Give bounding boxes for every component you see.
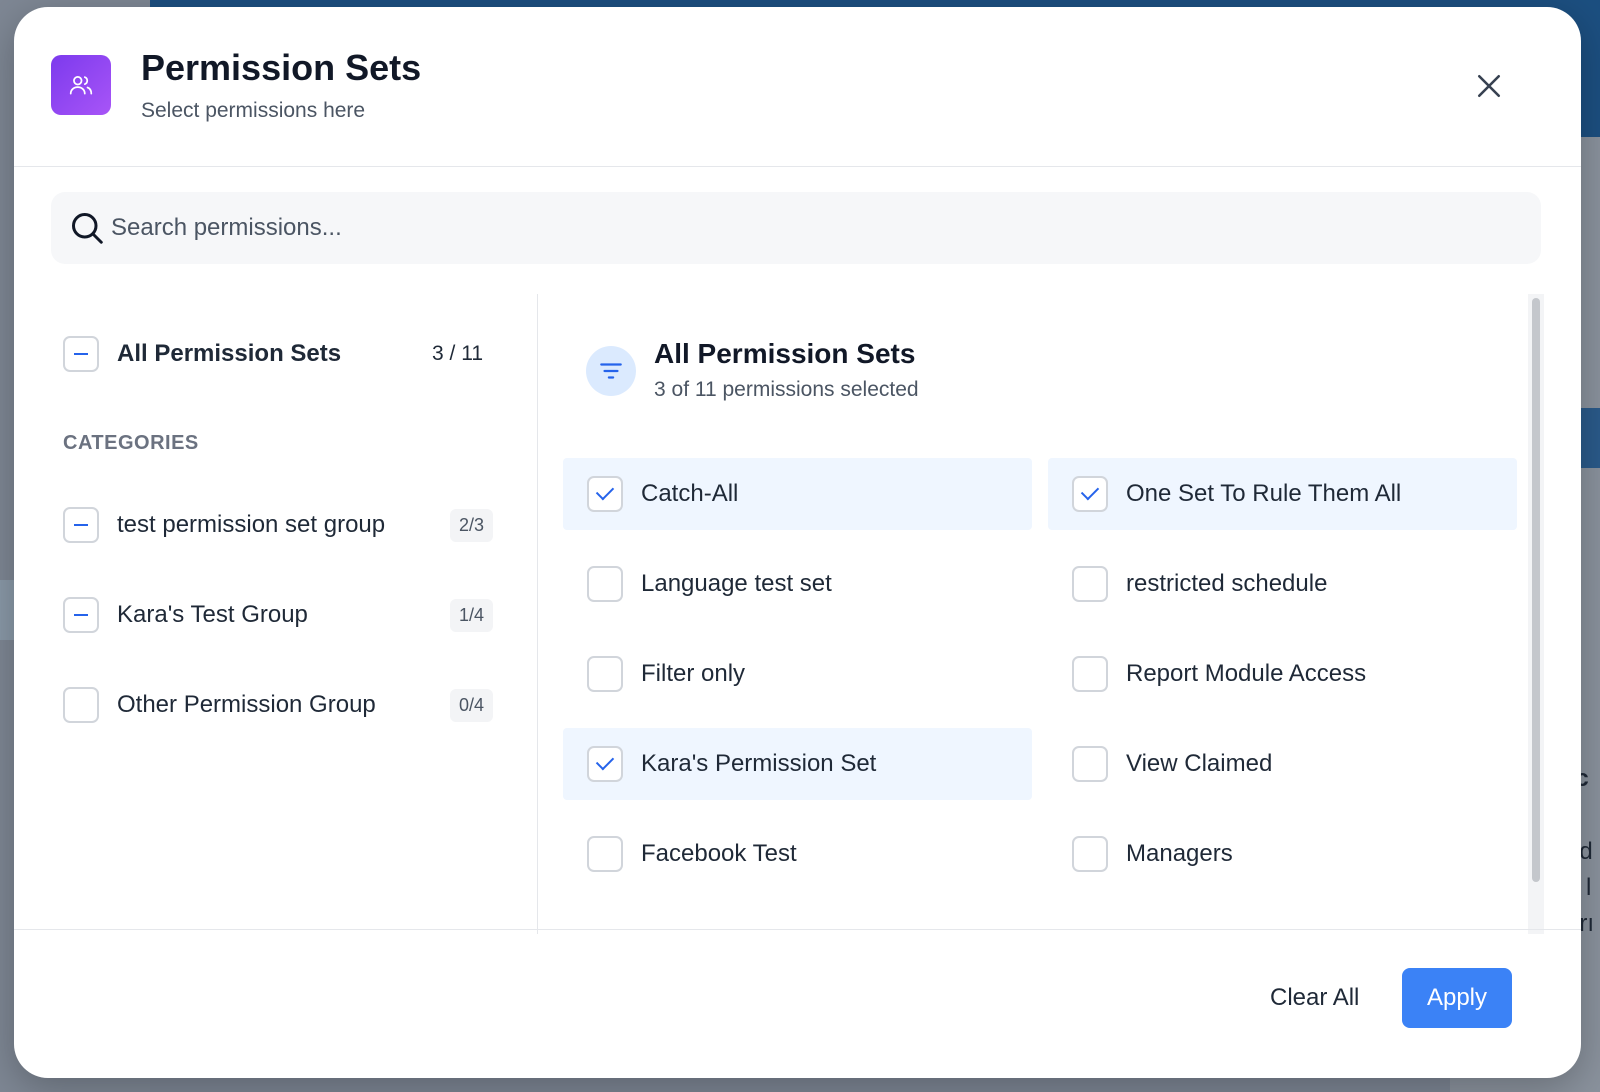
permission-label: restricted schedule	[1126, 570, 1328, 597]
permission-checkbox[interactable]	[1072, 836, 1108, 872]
permissions-panel: All Permission Sets 3 of 11 permissions …	[538, 294, 1538, 934]
check-icon	[1080, 481, 1100, 501]
scrollbar[interactable]	[1528, 294, 1544, 934]
category-sidebar: All Permission Sets 3 / 11 CATEGORIES te…	[14, 294, 538, 934]
all-permission-sets-count: 3 / 11	[432, 342, 483, 365]
category-count-badge: 2/3	[449, 508, 493, 542]
all-permission-sets-checkbox[interactable]	[63, 336, 99, 372]
dialog-title: Permission Sets	[141, 47, 422, 88]
permission-item[interactable]: Facebook Test	[563, 818, 1032, 890]
minus-icon	[74, 353, 88, 355]
permission-checkbox[interactable]	[587, 656, 623, 692]
category-checkbox[interactable]	[63, 597, 99, 633]
permission-label: One Set To Rule Them All	[1126, 480, 1402, 507]
search-input[interactable]	[111, 204, 1511, 252]
permission-item[interactable]: Managers	[1048, 818, 1517, 890]
category-row[interactable]: test permission set group 2/3	[63, 505, 493, 545]
clear-all-button[interactable]: Clear All	[1252, 968, 1377, 1028]
panel-title: All Permission Sets	[654, 338, 916, 369]
permission-label: Catch-All	[641, 480, 739, 507]
check-icon	[595, 481, 615, 501]
filter-icon	[586, 346, 636, 396]
background-band	[0, 580, 14, 640]
permission-item[interactable]: Kara's Permission Set	[563, 728, 1032, 800]
permission-checkbox[interactable]	[1072, 566, 1108, 602]
all-permission-sets-label: All Permission Sets	[117, 340, 342, 367]
category-label: test permission set group	[117, 511, 386, 538]
minus-icon	[74, 524, 88, 526]
category-count-badge: 0/4	[449, 688, 493, 722]
permission-label: Managers	[1126, 840, 1233, 867]
panel-subtitle: 3 of 11 permissions selected	[654, 378, 919, 401]
permission-checkbox[interactable]	[587, 836, 623, 872]
permission-label: Facebook Test	[641, 840, 797, 867]
category-checkbox[interactable]	[63, 507, 99, 543]
permission-checkbox[interactable]	[587, 566, 623, 602]
category-row[interactable]: Kara's Test Group 1/4	[63, 595, 493, 635]
permission-label: View Claimed	[1126, 750, 1273, 777]
category-count-badge: 1/4	[449, 598, 493, 632]
permission-label: Kara's Permission Set	[641, 750, 877, 777]
check-icon	[595, 751, 615, 771]
category-label: Kara's Test Group	[117, 601, 308, 628]
close-icon	[1477, 74, 1501, 98]
permission-sets-dialog: Permission Sets Select permissions here …	[14, 7, 1581, 1078]
category-checkbox[interactable]	[63, 687, 99, 723]
permission-checkbox[interactable]	[1072, 746, 1108, 782]
close-button[interactable]	[1470, 67, 1508, 105]
permission-label: Language test set	[641, 570, 832, 597]
permission-item[interactable]: Report Module Access	[1048, 638, 1517, 710]
permission-item[interactable]: Catch-All	[563, 458, 1032, 530]
permission-item[interactable]: Language test set	[563, 548, 1032, 620]
search-icon	[72, 213, 103, 244]
dialog-footer: Clear All Apply	[14, 929, 1581, 1078]
permission-item[interactable]: Filter only	[563, 638, 1032, 710]
categories-heading: CATEGORIES	[63, 432, 199, 454]
users-icon	[51, 55, 111, 115]
category-row[interactable]: Other Permission Group 0/4	[63, 685, 493, 725]
scrollbar-thumb[interactable]	[1532, 298, 1540, 882]
permission-label: Filter only	[641, 660, 746, 687]
minus-icon	[74, 614, 88, 616]
permission-label: Report Module Access	[1126, 660, 1367, 687]
permission-item[interactable]: View Claimed	[1048, 728, 1517, 800]
permission-checkbox[interactable]	[1072, 476, 1108, 512]
apply-button[interactable]: Apply	[1402, 968, 1512, 1028]
category-label: Other Permission Group	[117, 691, 376, 718]
permission-checkbox[interactable]	[587, 746, 623, 782]
permission-checkbox[interactable]	[587, 476, 623, 512]
all-permission-sets-row[interactable]: All Permission Sets 3 / 11	[63, 334, 483, 374]
permission-checkbox[interactable]	[1072, 656, 1108, 692]
permission-item[interactable]: restricted schedule	[1048, 548, 1517, 620]
search-bar	[51, 192, 1541, 264]
dialog-subtitle: Select permissions here	[141, 99, 366, 122]
permission-item[interactable]: One Set To Rule Them All	[1048, 458, 1517, 530]
dialog-header: Permission Sets Select permissions here	[14, 7, 1581, 167]
